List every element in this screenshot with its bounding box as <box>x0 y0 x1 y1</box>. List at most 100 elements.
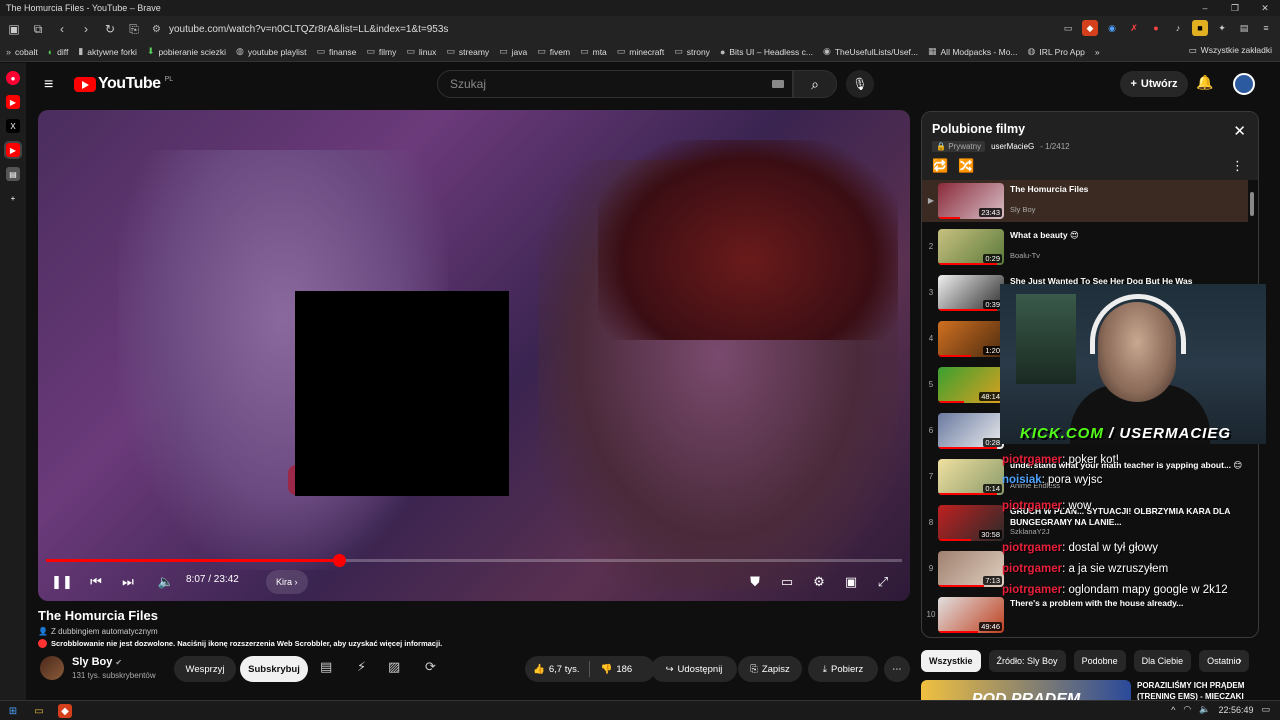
image-icon[interactable]: ▨ <box>388 659 400 675</box>
playlist-scrollbar[interactable] <box>1250 192 1254 216</box>
bookmark-diff[interactable]: ◐ diff <box>48 47 69 57</box>
playlist-title[interactable]: Polubione filmy <box>932 122 1025 136</box>
channel-name[interactable]: Sly Boy ✔ <box>72 656 122 668</box>
bookmark-strony[interactable]: ▭ strony <box>674 46 710 57</box>
bookmark-irl-pro-app[interactable]: ◍ IRL Pro App <box>1028 46 1085 57</box>
minimize-button[interactable]: – <box>1190 0 1220 16</box>
chevron-right-icon[interactable]: › <box>1238 655 1242 667</box>
video-player[interactable]: ❚❚ ⏮ ⏭ 🔈 8:07 / 23:42 Kira › ⛊ ▭ ⚙ ▣ ⤢ <box>38 110 910 601</box>
bookmark-fivem[interactable]: ▭ fivem <box>537 46 570 57</box>
bookmark-bits-ui[interactable]: ● Bits UI – Headless c... <box>720 47 813 57</box>
more-actions-button[interactable]: ⋯ <box>884 656 910 682</box>
brave-browser-icon[interactable]: ◆ <box>58 704 72 718</box>
playlist-item-thumbnail[interactable]: 30:58 <box>938 505 1004 541</box>
shield-icon[interactable]: ⛊ <box>745 570 765 594</box>
bookmark-pobieranie-sciezki[interactable]: ⬇ pobieranie sciezki <box>147 46 226 57</box>
playlist-item[interactable]: 2 0:29 What a beauty 😍 Boalu-Tv <box>922 226 1248 268</box>
bookmark-page-icon[interactable]: ⎘ <box>124 19 144 39</box>
extensions-puzzle-icon[interactable]: ✦ <box>1214 20 1230 36</box>
extension-red-icon[interactable]: ✗ <box>1126 20 1142 36</box>
fullscreen-icon[interactable]: ⤢ <box>873 570 893 594</box>
bookmark-usefullists[interactable]: ◉ TheUsefulLists/Usef... <box>823 46 918 57</box>
maximize-button[interactable]: ❐ <box>1220 0 1250 16</box>
playlist-owner[interactable]: userMacieG <box>991 142 1034 151</box>
bookmark-aktywne-forki[interactable]: ▮ aktywne forki <box>78 46 137 57</box>
loop-icon[interactable]: ⟳ <box>425 659 436 675</box>
support-button[interactable]: Wesprzyj <box>174 656 236 682</box>
volume-icon[interactable]: 🔈 <box>156 570 176 594</box>
x-icon[interactable]: X <box>6 119 20 133</box>
subscribe-button[interactable]: Subskrybuj <box>240 656 308 682</box>
playlist-item-thumbnail[interactable]: 0:29 <box>938 229 1004 265</box>
account-avatar[interactable] <box>1233 73 1255 95</box>
youtube-music-icon[interactable]: ● <box>6 71 20 85</box>
channel-avatar[interactable] <box>40 656 64 680</box>
playlist-item[interactable]: 10 49:46 There's a problem with the house … <box>922 594 1248 636</box>
more-vertical-icon[interactable]: ⋮ <box>1231 158 1244 174</box>
voice-search-button[interactable]: 🎙 <box>846 70 874 98</box>
playlist-item-thumbnail[interactable]: 48:14 <box>938 367 1004 403</box>
add-panel-icon[interactable]: + <box>6 191 20 205</box>
bookmark-java[interactable]: ▭ java <box>499 46 527 57</box>
all-bookmarks-button[interactable]: ▭ Wszystkie zakładki <box>1189 45 1272 56</box>
settings-gear-icon[interactable]: ⚙ <box>809 570 829 594</box>
brave-shields-icon[interactable]: ◆ <box>1082 20 1098 36</box>
wallet-icon[interactable]: ▤ <box>1236 20 1252 36</box>
close-window-button[interactable]: ✕ <box>1250 0 1280 16</box>
extension-lastfm-icon[interactable]: ♪ <box>1170 20 1186 36</box>
site-info-icon[interactable]: ⚙ <box>152 24 161 35</box>
youtube-logo[interactable]: YouTube PL <box>74 75 173 93</box>
playlist-item-thumbnail[interactable]: 49:46 <box>938 597 1004 633</box>
bookmark-linux[interactable]: ▭ linux <box>406 46 436 57</box>
wifi-icon[interactable]: ◠ <box>1183 704 1191 715</box>
pause-icon[interactable]: ❚❚ <box>51 570 73 594</box>
clock[interactable]: 22:56:49 <box>1218 705 1253 715</box>
playlist-item[interactable]: ▶ 23:43 The Homurcia Files Sly Boy <box>922 180 1248 222</box>
recommended-video[interactable]: POD PRĄDEM PORAZILIŚMY ICH PRĄDEM (TRENI… <box>921 680 1259 700</box>
cast-icon[interactable]: ▭ <box>1060 20 1076 36</box>
bookmark-finanse[interactable]: ▭ finanse <box>316 46 356 57</box>
chip-source[interactable]: Źródło: Sly Boy <box>988 650 1066 672</box>
progress-scrubber[interactable] <box>332 554 346 567</box>
loop-playlist-icon[interactable]: 🔁 <box>932 158 948 174</box>
sidebar-toggle-icon[interactable]: ▣ <box>4 19 24 39</box>
bookmark-all-modpacks[interactable]: ▦ All Modpacks - Mo... <box>928 46 1018 57</box>
tray-chevron-icon[interactable]: ^ <box>1171 705 1175 715</box>
volume-tray-icon[interactable]: 🔈 <box>1199 704 1210 715</box>
shuffle-icon[interactable]: 🔀 <box>958 158 974 174</box>
file-explorer-icon[interactable]: ▭ <box>32 704 46 718</box>
menu-icon[interactable]: ≡ <box>1258 20 1274 36</box>
miniplayer-icon[interactable]: ▣ <box>841 570 861 594</box>
menu-hamburger-icon[interactable]: ≡ <box>44 76 53 94</box>
youtube-active-icon[interactable]: ▶ <box>4 141 22 159</box>
bookmarks-overflow-button[interactable]: » <box>1095 47 1100 57</box>
close-playlist-icon[interactable]: ✕ <box>1233 122 1246 140</box>
extension-blue-icon[interactable]: ◉ <box>1104 20 1120 36</box>
playlist-item-thumbnail[interactable]: 0:28 <box>938 413 1004 449</box>
keyboard-icon[interactable] <box>772 80 784 88</box>
bookmark-youtube-playlist[interactable]: ◍ youtube playlist <box>236 46 306 57</box>
reload-icon[interactable]: ↻ <box>100 19 120 39</box>
playlist-item-thumbnail[interactable]: 0:14 <box>938 459 1004 495</box>
like-button[interactable]: 👍 6,7 tys. <box>533 664 579 675</box>
recommended-title[interactable]: PORAZILIŚMY ICH PRĄDEM (TRENING EMS) - M… <box>1137 680 1259 700</box>
windows-start-icon[interactable]: ⊞ <box>6 704 20 718</box>
next-icon[interactable]: ⏭ <box>118 570 138 594</box>
notifications-bell-icon[interactable]: 🔔 <box>1196 74 1213 91</box>
save-button[interactable]: ⎘ Zapisz <box>738 656 802 682</box>
notifications-tray-icon[interactable]: ▭ <box>1261 704 1270 715</box>
forward-icon[interactable]: › <box>76 19 96 39</box>
bookmark-minecraft[interactable]: ▭ minecraft <box>617 46 664 57</box>
transcript-icon[interactable]: ▤ <box>320 659 332 675</box>
extension-scrobbler-icon[interactable]: ● <box>1148 20 1164 36</box>
share-button[interactable]: ↪ Udostępnij <box>651 656 737 682</box>
bookmark-cobalt[interactable]: » cobalt <box>6 47 38 57</box>
create-button[interactable]: + Utwórz <box>1120 71 1188 97</box>
chip-all[interactable]: Wszystkie <box>921 650 981 672</box>
download-button[interactable]: ⤓ Pobierz <box>808 656 878 682</box>
recommended-thumbnail[interactable]: POD PRĄDEM <box>921 680 1131 700</box>
address-bar[interactable]: ⚙ youtube.com/watch?v=n0CLTQZr8rA&list=L… <box>152 20 1072 38</box>
extension-yellow-icon[interactable]: ■ <box>1192 20 1208 36</box>
search-button[interactable]: ⌕ <box>793 70 837 98</box>
bookmark-mta[interactable]: ▭ mta <box>580 46 607 57</box>
